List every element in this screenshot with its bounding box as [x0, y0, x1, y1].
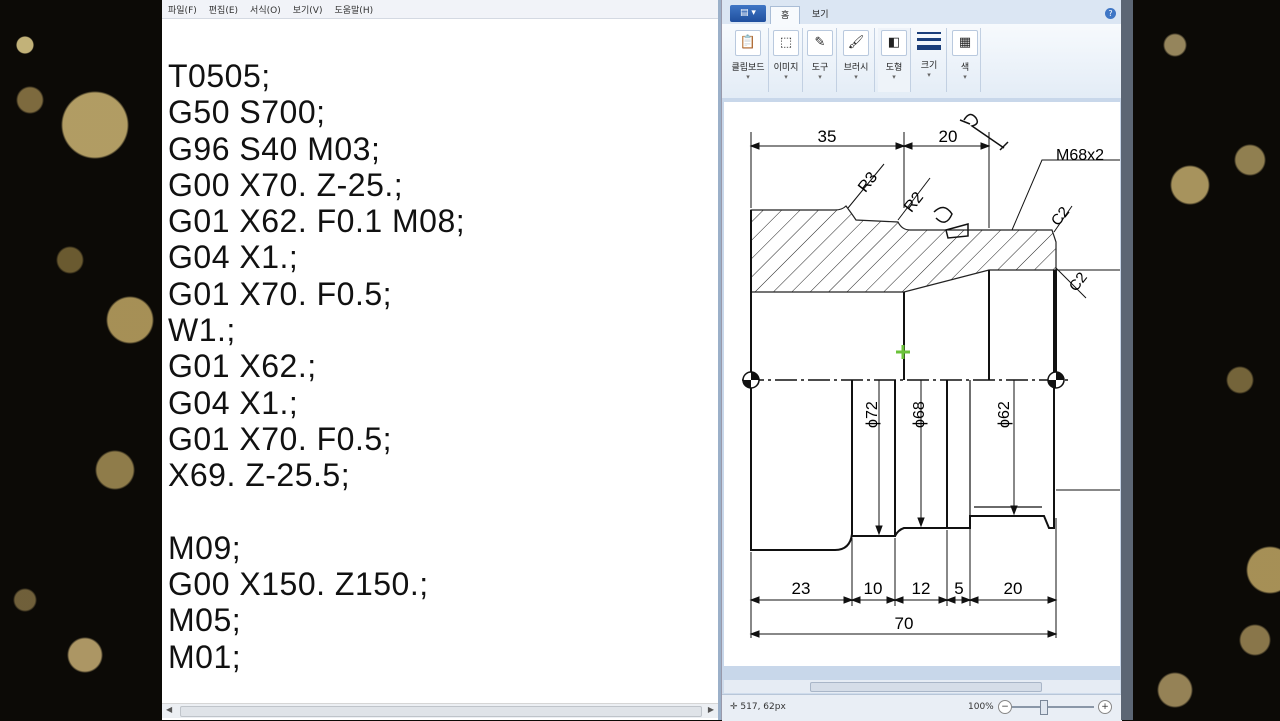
chevron-down-icon: ▾: [927, 71, 931, 79]
scroll-thumb[interactable]: [180, 706, 702, 717]
group-label: 이미지: [773, 63, 799, 73]
brush-icon: 🖌: [843, 30, 869, 56]
radius-r3: R3: [855, 169, 881, 196]
menu-edit[interactable]: 편집(E): [209, 3, 238, 16]
dim-10: 10: [864, 579, 883, 598]
chevron-down-icon: ▾: [746, 73, 750, 81]
help-icon[interactable]: ?: [1105, 8, 1116, 19]
menu-format[interactable]: 서식(O): [250, 3, 281, 16]
window-edge: [1121, 0, 1133, 720]
group-label: 색: [960, 63, 970, 73]
dim-12: 12: [912, 579, 931, 598]
group-colors[interactable]: ▦ 색 ▾: [950, 28, 981, 92]
zoom-slider-knob[interactable]: [1040, 700, 1048, 715]
tools-icon: ✎: [807, 30, 833, 56]
dim-35: 35: [818, 127, 837, 146]
chamfer-c2-top: C2: [1048, 204, 1073, 230]
crosshair-cursor-icon: [896, 345, 910, 359]
group-size[interactable]: 크기 ▾: [912, 28, 947, 92]
menu-view[interactable]: 보기(V): [293, 3, 323, 16]
diameter-68: ϕ68: [911, 401, 928, 428]
diameter-62: ϕ62: [996, 401, 1013, 428]
group-label: 도형: [885, 63, 903, 73]
radius-r2: R2: [901, 189, 927, 216]
group-label: 브러시: [843, 63, 869, 73]
cursor-coords: ✛ 517, 62px: [730, 702, 786, 712]
hatched-section: [750, 205, 1057, 293]
paint-menu-button[interactable]: ▤ ▾: [730, 5, 766, 22]
tab-home[interactable]: 홈: [770, 6, 801, 25]
dim-23: 23: [792, 579, 811, 598]
shapes-icon: ◧: [881, 30, 907, 56]
diameter-72: ϕ72: [864, 401, 881, 428]
drawing-canvas[interactable]: 35 20 M68x2 R3 R2 C2 C2 ϕ72 ϕ68 ϕ62 23 1…: [724, 102, 1120, 666]
chamfer-c2-right: C2: [1066, 269, 1091, 295]
ribbon-tabs: ▤ ▾ 홈 보기 ?: [722, 0, 1122, 25]
part-outline-bottom: [852, 270, 1055, 537]
menu-bar: 파일(F) 편집(E) 서식(O) 보기(V) 도움말(H): [162, 0, 718, 19]
clipboard-icon: 📋: [735, 30, 761, 56]
zoom-in-icon[interactable]: +: [1098, 700, 1112, 714]
menu-file[interactable]: 파일(F): [168, 3, 197, 16]
lathe-part-drawing: 35 20 M68x2 R3 R2 C2 C2 ϕ72 ϕ68 ϕ62 23 1…: [742, 113, 1120, 638]
group-clipboard[interactable]: 📋 클립보드 ▾: [728, 28, 769, 92]
status-bar: ✛ 517, 62px 100% − +: [722, 694, 1122, 721]
chevron-down-icon: ▾: [963, 73, 967, 81]
zoom-level: 100%: [968, 702, 994, 712]
tab-view[interactable]: 보기: [802, 6, 839, 24]
horizontal-scrollbar[interactable]: ◀ ▶: [162, 703, 718, 718]
scroll-right-icon[interactable]: ▶: [708, 705, 714, 714]
notepad-window: 파일(F) 편집(E) 서식(O) 보기(V) 도움말(H) T0505; G5…: [162, 0, 720, 720]
dim-5: 5: [954, 579, 963, 598]
paint-window: ▤ ▾ 홈 보기 ? 📋 클립보드 ▾ ⬚ 이미지 ▾ ✎ 도구 ▾ 🖌 브러시…: [721, 0, 1122, 721]
zoom-out-icon[interactable]: −: [998, 700, 1012, 714]
menu-help[interactable]: 도움말(H): [334, 3, 373, 16]
zoom-slider[interactable]: [1012, 706, 1094, 708]
dim-20-bottom: 20: [1004, 579, 1023, 598]
coords-text: 517, 62px: [740, 702, 786, 712]
group-label: 도구: [811, 63, 829, 73]
canvas-scroll-thumb[interactable]: [810, 682, 1042, 692]
line-size-icon: [917, 30, 941, 54]
dim-70-overall: 70: [895, 614, 914, 633]
nc-program-text[interactable]: T0505; G50 S700; G96 S40 M03; G00 X70. Z…: [168, 58, 465, 675]
chevron-down-icon: ▾: [854, 73, 858, 81]
group-tools[interactable]: ✎ 도구 ▾: [804, 28, 837, 92]
chevron-down-icon: ▾: [784, 73, 788, 81]
group-label: 클립보드: [731, 63, 765, 73]
chevron-down-icon: ▾: [818, 73, 822, 81]
thread-label: M68x2: [1056, 147, 1104, 164]
ribbon: 📋 클립보드 ▾ ⬚ 이미지 ▾ ✎ 도구 ▾ 🖌 브러시 ▾ ◧ 도형 ▾ 크…: [722, 24, 1122, 99]
canvas-scrollbar[interactable]: [724, 680, 1120, 693]
thread-lines: [969, 380, 1042, 516]
dim-20-top: 20: [939, 127, 958, 146]
group-image[interactable]: ⬚ 이미지 ▾: [770, 28, 803, 92]
chevron-down-icon: ▾: [892, 73, 896, 81]
group-label: 크기: [920, 61, 938, 71]
colors-icon: ▦: [952, 30, 978, 56]
scroll-left-icon[interactable]: ◀: [166, 705, 172, 714]
image-select-icon: ⬚: [773, 30, 799, 56]
group-brushes[interactable]: 🖌 브러시 ▾: [838, 28, 875, 92]
group-shapes[interactable]: ◧ 도형 ▾: [878, 28, 911, 92]
